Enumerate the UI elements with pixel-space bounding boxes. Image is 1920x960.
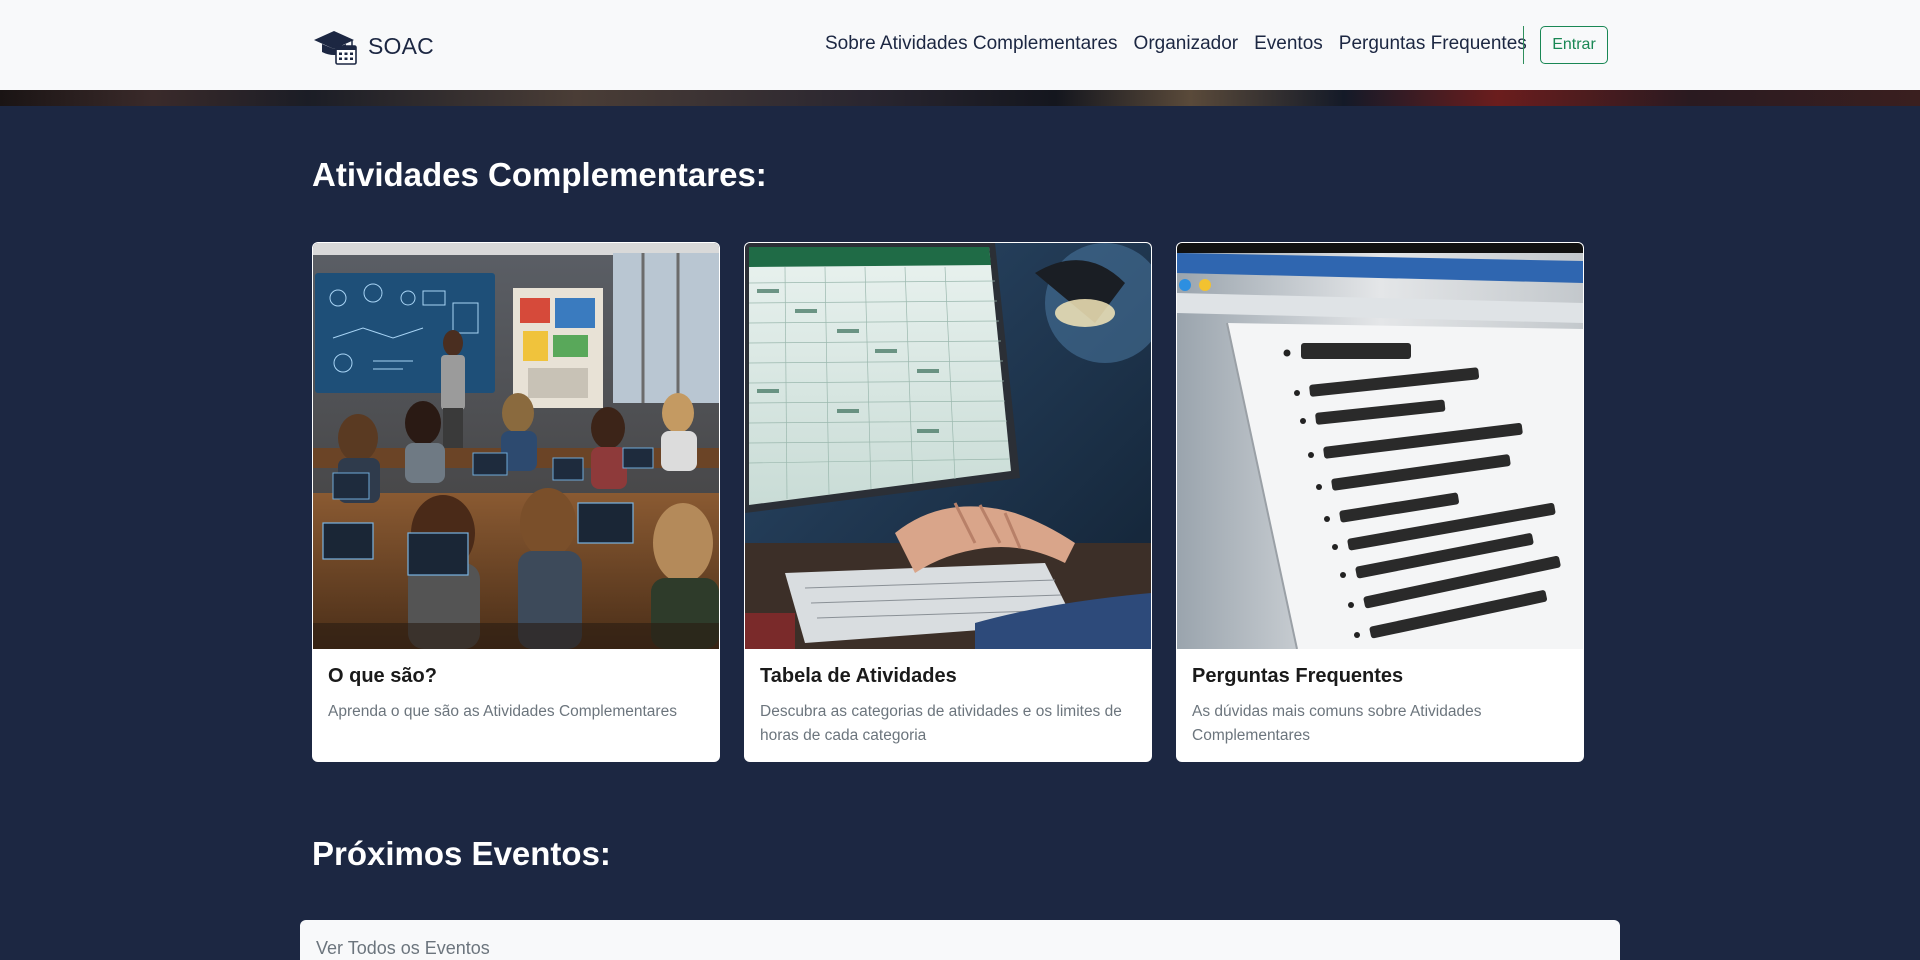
- nav-divider: [1523, 26, 1524, 64]
- graduation-cap-calendar-icon: [314, 31, 357, 65]
- nav-link-sobre[interactable]: Sobre Atividades Complementares: [825, 33, 1118, 55]
- nav-links: Sobre Atividades Complementares Organiza…: [825, 33, 1527, 55]
- nav-link-perguntas-frequentes[interactable]: Perguntas Frequentes: [1339, 33, 1527, 55]
- card-activities-table[interactable]: Tabela de Atividades Descubra as categor…: [744, 242, 1152, 762]
- hero-image-edge: [0, 90, 1920, 106]
- card-what-are[interactable]: O que são? Aprenda o que são as Atividad…: [312, 242, 720, 762]
- spreadsheet-on-monitor-photo: [745, 243, 1151, 649]
- nav-link-organizador[interactable]: Organizador: [1134, 33, 1239, 55]
- events-section-title: Próximos Eventos:: [312, 835, 611, 872]
- navbar: SOAC Sobre Atividades Complementares Org…: [0, 0, 1920, 90]
- brand-link[interactable]: SOAC: [312, 26, 434, 66]
- card-title: Tabela de Atividades: [760, 665, 957, 687]
- card-text: Descubra as categorias de atividades e o…: [760, 703, 1122, 744]
- card-body: Tabela de Atividades Descubra as categor…: [744, 649, 1152, 748]
- activities-section-title: Atividades Complementares:: [312, 156, 767, 193]
- card-faq[interactable]: Perguntas Frequentes As dúvidas mais com…: [1176, 242, 1584, 762]
- card-title: Perguntas Frequentes: [1192, 665, 1404, 687]
- card-title: O que são?: [328, 665, 437, 687]
- brand-name: SOAC: [368, 32, 434, 59]
- card-body: O que são? Aprenda o que são as Atividad…: [312, 649, 720, 724]
- events-panel: Ver Todos os Eventos: [300, 920, 1620, 960]
- card-text: Aprenda o que são as Atividades Compleme…: [328, 703, 677, 720]
- classroom-students-laptops-photo: [313, 243, 719, 649]
- nav-link-eventos[interactable]: Eventos: [1254, 33, 1323, 55]
- card-body: Perguntas Frequentes As dúvidas mais com…: [1176, 649, 1584, 748]
- questions-list-screen-photo: [1177, 243, 1583, 649]
- events-panel-link[interactable]: Ver Todos os Eventos: [316, 938, 490, 959]
- card-text: As dúvidas mais comuns sobre Atividades …: [1192, 703, 1482, 744]
- login-button[interactable]: Entrar: [1540, 26, 1608, 64]
